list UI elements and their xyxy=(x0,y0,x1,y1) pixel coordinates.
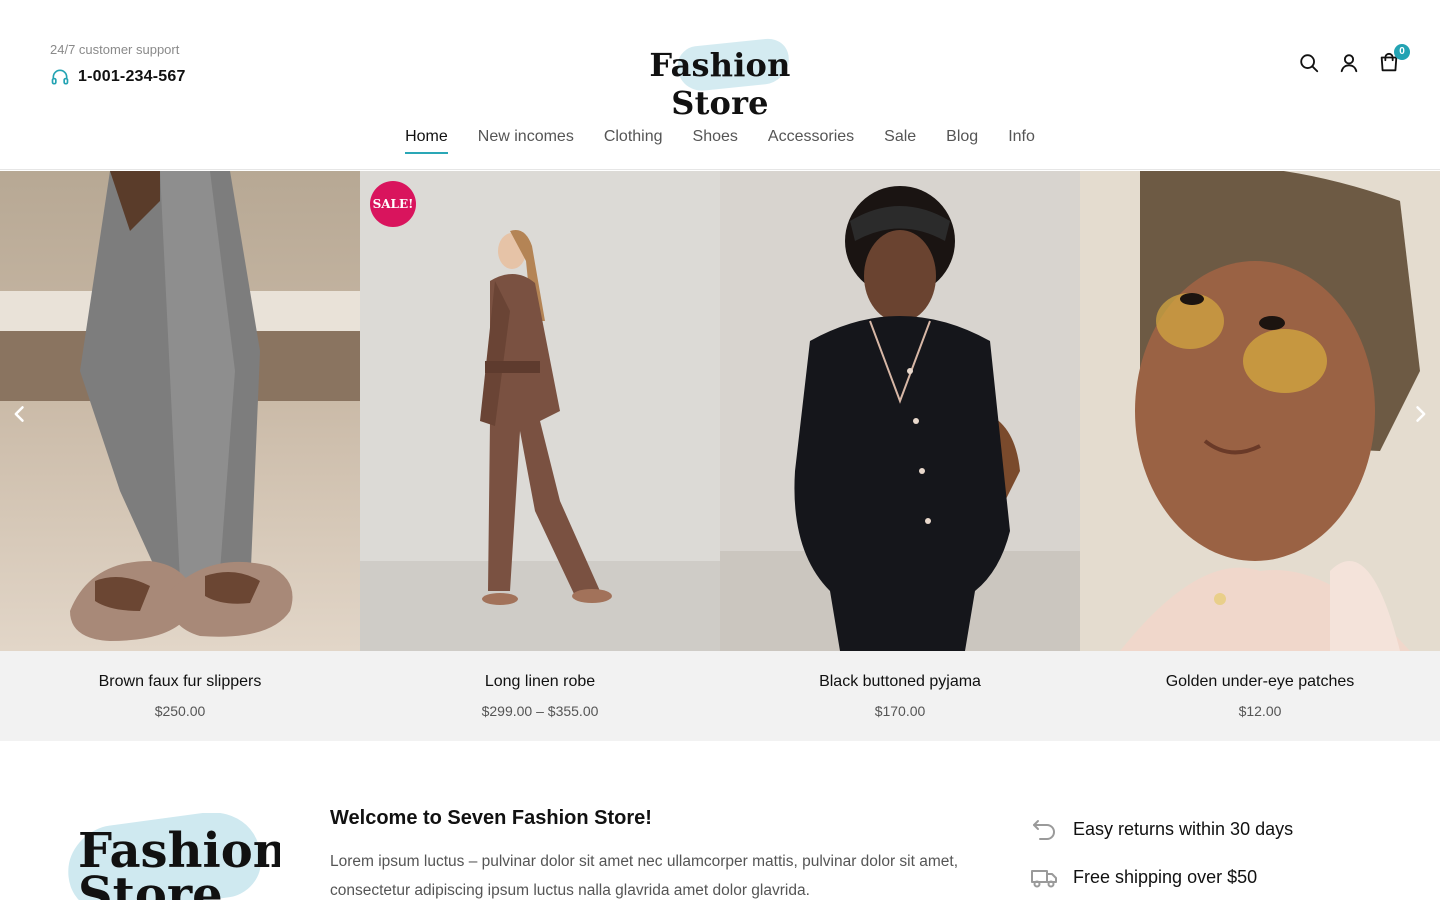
nav-item-info[interactable]: Info xyxy=(1008,128,1035,152)
sale-badge: SALE! xyxy=(370,181,416,227)
nav-item-accessories[interactable]: Accessories xyxy=(768,128,854,152)
site-logo[interactable]: Fashion Store xyxy=(620,36,820,122)
search-icon[interactable] xyxy=(1298,52,1320,74)
header-actions: 0 xyxy=(1298,44,1410,74)
footer-logo: Fashion Store xyxy=(60,813,280,900)
cart-count-badge: 0 xyxy=(1394,44,1410,60)
product-image-eye-patches[interactable] xyxy=(1080,171,1440,651)
truck-icon xyxy=(1030,863,1058,891)
nav-item-shoes[interactable]: Shoes xyxy=(693,128,738,152)
welcome-section: Fashion Store Welcome to Seven Fashion S… xyxy=(0,741,1440,900)
welcome-title: Welcome to Seven Fashion Store! xyxy=(330,807,652,829)
product-image-pyjama[interactable] xyxy=(720,171,1080,651)
chevron-right-icon xyxy=(1416,406,1426,422)
account-icon[interactable] xyxy=(1338,52,1360,74)
support-phone-number[interactable]: 1-001-234-567 xyxy=(78,68,186,86)
main-nav: Home New incomes Clothing Shoes Accessor… xyxy=(0,128,1440,154)
slider-next-button[interactable] xyxy=(1402,396,1438,432)
product-caption: Golden under-eye patches $12.00 xyxy=(1080,651,1440,741)
nav-item-home[interactable]: Home xyxy=(405,128,448,154)
product-caption: Black buttoned pyjama $170.00 xyxy=(720,651,1080,741)
return-icon xyxy=(1030,815,1058,843)
feature-returns: Easy returns within 30 days xyxy=(1030,815,1293,843)
slider-prev-button[interactable] xyxy=(2,396,38,432)
site-header: 24/7 customer support 1-001-234-567 Fash… xyxy=(0,0,1440,170)
nav-item-blog[interactable]: Blog xyxy=(946,128,978,152)
product-price: $250.00 xyxy=(154,703,206,719)
support-label: 24/7 customer support xyxy=(50,42,180,57)
product-price: $299.00 – $355.00 xyxy=(481,703,599,719)
product-price: $170.00 xyxy=(874,703,926,719)
product-price: $12.00 xyxy=(1238,703,1282,719)
headset-icon xyxy=(50,67,70,87)
logo-text: Fashion Store xyxy=(649,46,791,122)
product-image-robe[interactable] xyxy=(360,171,720,651)
product-caption: Brown faux fur slippers $250.00 xyxy=(0,651,360,741)
store-features: Easy returns within 30 days Free shippin… xyxy=(1030,815,1293,900)
feature-label: Easy returns within 30 days xyxy=(1073,818,1294,839)
nav-item-new-incomes[interactable]: New incomes xyxy=(478,128,574,152)
product-caption: Long linen robe $299.00 – $355.00 xyxy=(360,651,720,741)
product-image-slippers[interactable] xyxy=(0,171,360,651)
cart-icon[interactable]: 0 xyxy=(1378,44,1410,74)
product-card[interactable]: Golden under-eye patches $12.00 xyxy=(1080,171,1440,741)
feature-label: Free shipping over $50 xyxy=(1073,866,1258,887)
nav-item-clothing[interactable]: Clothing xyxy=(604,128,663,152)
product-name[interactable]: Long linen robe xyxy=(360,673,720,691)
footer-logo-line2: Store xyxy=(78,867,223,900)
product-card[interactable]: SALE! Long linen robe $299.00 – $355.00 xyxy=(360,171,720,741)
customer-support: 24/7 customer support 1-001-234-567 xyxy=(50,42,186,87)
feature-shipping: Free shipping over $50 xyxy=(1030,863,1293,891)
footer-logo-text: Fashion Store xyxy=(78,827,280,900)
product-card[interactable]: Black buttoned pyjama $170.00 xyxy=(720,171,1080,741)
support-phone-row[interactable]: 1-001-234-567 xyxy=(50,67,186,87)
chevron-left-icon xyxy=(14,406,24,422)
product-name[interactable]: Black buttoned pyjama xyxy=(720,673,1080,691)
product-card[interactable]: Brown faux fur slippers $250.00 xyxy=(0,171,360,741)
nav-item-sale[interactable]: Sale xyxy=(884,128,916,152)
product-name[interactable]: Brown faux fur slippers xyxy=(0,673,360,691)
product-name[interactable]: Golden under-eye patches xyxy=(1080,673,1440,691)
product-slider: Brown faux fur slippers $250.00 SALE! Lo… xyxy=(0,171,1440,741)
welcome-text: Lorem ipsum luctus – pulvinar dolor sit … xyxy=(330,853,959,899)
